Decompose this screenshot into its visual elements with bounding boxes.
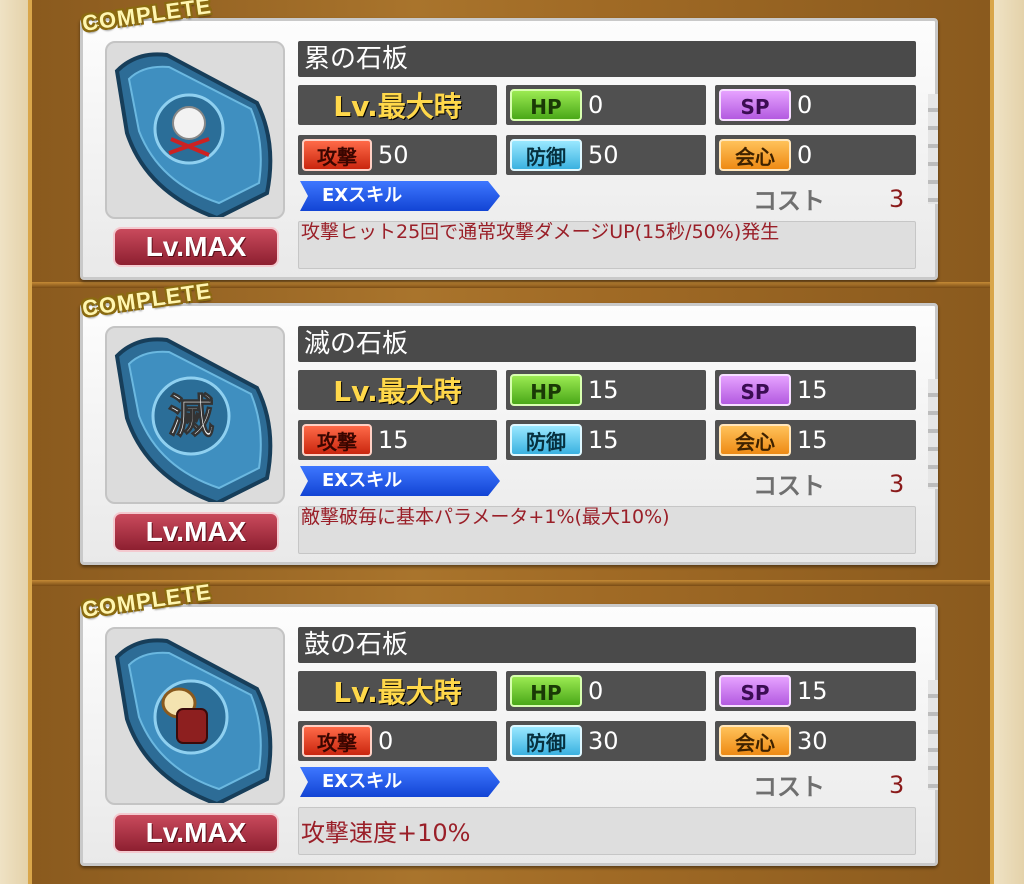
attack-badge: 攻撃 <box>302 424 372 456</box>
defense-value: 50 <box>588 141 619 169</box>
defense-stat: 防御 15 <box>506 420 706 460</box>
sp-badge: SP <box>719 89 791 121</box>
tablet-icon-box <box>105 627 285 805</box>
hp-badge: HP <box>510 89 582 121</box>
right-page-margin <box>994 0 1024 884</box>
hp-value: 15 <box>588 376 619 404</box>
ex-skill-label: EXスキル <box>300 466 500 496</box>
attack-badge: 攻撃 <box>302 139 372 171</box>
hp-badge: HP <box>510 675 582 707</box>
skill-description: 攻撃速度+10% <box>301 819 471 847</box>
hp-stat: HP 0 <box>506 671 706 711</box>
defense-badge: 防御 <box>510 424 582 456</box>
cost-value: 3 <box>889 771 905 799</box>
defense-stat: 防御 50 <box>506 135 706 175</box>
cost-label: コスト <box>753 472 825 500</box>
lv-max-time-label: Lv.最大時 <box>298 85 497 125</box>
hp-badge: HP <box>510 374 582 406</box>
critical-value: 15 <box>797 426 828 454</box>
level-max-badge: Lv.MAX <box>113 813 279 853</box>
critical-badge: 会心 <box>719 139 791 171</box>
tablet-name: 滅の石板 <box>298 326 916 362</box>
sp-value: 15 <box>797 376 828 404</box>
cost-label: コスト <box>753 187 825 215</box>
skill-description: 敵撃破毎に基本パラメータ+1%(最大10%) <box>301 506 670 528</box>
hp-stat: HP 0 <box>506 85 706 125</box>
critical-badge: 会心 <box>719 424 791 456</box>
critical-stat: 会心 30 <box>715 721 916 761</box>
cost-value: 3 <box>889 470 905 498</box>
sp-value: 0 <box>797 91 813 119</box>
critical-stat: 会心 0 <box>715 135 916 175</box>
critical-value: 30 <box>797 727 828 755</box>
attack-stat: 攻撃 0 <box>298 721 497 761</box>
tablet-name: 累の石板 <box>298 41 916 77</box>
spider-flower-emblem-icon <box>114 52 273 217</box>
skill-description: 攻撃ヒット25回で通常攻撃ダメージUP(15秒/50%)発生 <box>301 221 780 243</box>
lv-max-time-label: Lv.最大時 <box>298 671 497 711</box>
tablet-card[interactable]: COMPLETE Lv.MAX 累の石板 Lv.最大時 HP 0 SP 0 攻撃… <box>80 0 938 280</box>
sp-stat: SP 15 <box>715 370 916 410</box>
defense-value: 15 <box>588 426 619 454</box>
sp-stat: SP 0 <box>715 85 916 125</box>
critical-stat: 会心 15 <box>715 420 916 460</box>
critical-value: 0 <box>797 141 813 169</box>
hp-stat: HP 15 <box>506 370 706 410</box>
attack-value: 15 <box>378 426 409 454</box>
sp-value: 15 <box>797 677 828 705</box>
tablet-card[interactable]: COMPLETE 滅 Lv.MAX 滅の石板 Lv.最大時 HP 15 SP 1… <box>80 278 938 565</box>
cost-value: 3 <box>889 185 905 213</box>
tablet-glyph: 滅 <box>168 389 214 443</box>
attack-value: 50 <box>378 141 409 169</box>
kanji-metsu-emblem-icon: 滅 <box>114 337 273 502</box>
defense-badge: 防御 <box>510 139 582 171</box>
attack-value: 0 <box>378 727 394 755</box>
tablet-card[interactable]: COMPLETE Lv.MAX 鼓の石板 Lv.最大時 HP 0 SP 15 攻… <box>80 579 938 866</box>
tablet-icon-box: 滅 <box>105 326 285 504</box>
defense-value: 30 <box>588 727 619 755</box>
cost-label: コスト <box>753 773 825 801</box>
defense-badge: 防御 <box>510 725 582 757</box>
defense-stat: 防御 30 <box>506 721 706 761</box>
attack-stat: 攻撃 50 <box>298 135 497 175</box>
hp-value: 0 <box>588 91 604 119</box>
ex-skill-label: EXスキル <box>300 767 500 797</box>
sp-stat: SP 15 <box>715 671 916 711</box>
level-max-badge: Lv.MAX <box>113 227 279 267</box>
sp-badge: SP <box>719 675 791 707</box>
lv-max-time-label: Lv.最大時 <box>298 370 497 410</box>
attack-stat: 攻撃 15 <box>298 420 497 460</box>
drum-emblem-icon <box>114 638 273 803</box>
attack-badge: 攻撃 <box>302 725 372 757</box>
left-page-margin <box>0 0 28 884</box>
sp-badge: SP <box>719 374 791 406</box>
ex-skill-label: EXスキル <box>300 181 500 211</box>
tablet-icon-box <box>105 41 285 219</box>
hp-value: 0 <box>588 677 604 705</box>
complete-badge: COMPLETE <box>80 0 214 36</box>
critical-badge: 会心 <box>719 725 791 757</box>
tablet-name: 鼓の石板 <box>298 627 916 663</box>
level-max-badge: Lv.MAX <box>113 512 279 552</box>
